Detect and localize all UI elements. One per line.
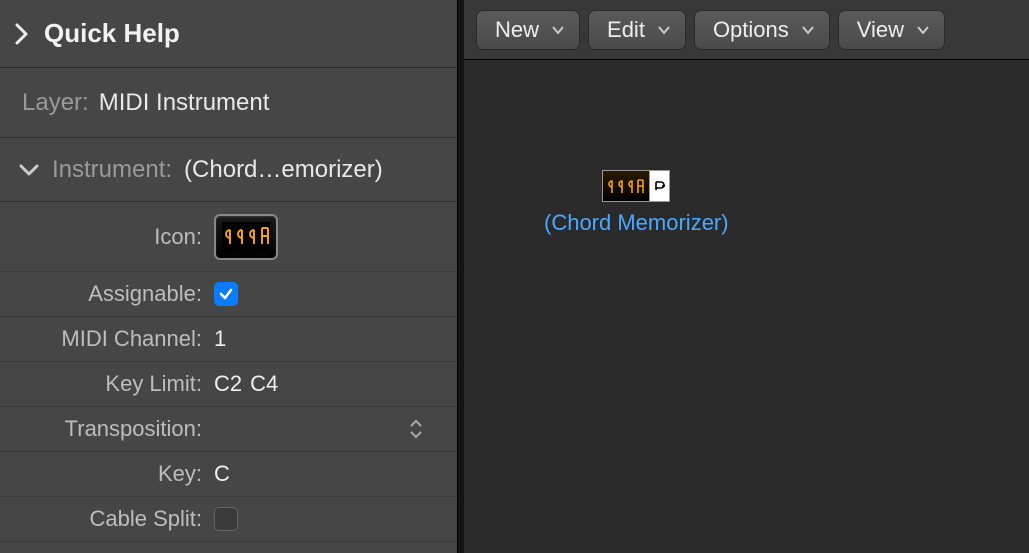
key-limit-low[interactable]: C2 (214, 371, 242, 397)
edit-menu-label: Edit (607, 17, 645, 43)
midi-channel-value[interactable]: 1 (214, 326, 226, 352)
assignable-checkbox[interactable] (214, 282, 238, 306)
prop-cable-split-label: Cable Split: (0, 506, 208, 532)
object-icon (602, 170, 670, 202)
environment-canvas[interactable]: New Edit Options View (464, 0, 1029, 553)
output-port-icon (654, 180, 666, 192)
chord-memorizer-icon (222, 222, 270, 252)
instrument-value: (Chord…emorizer) (184, 156, 383, 184)
chevron-down-icon (657, 25, 671, 35)
quick-help-header[interactable]: Quick Help (0, 0, 457, 68)
instrument-label: Instrument: (52, 156, 172, 184)
prop-key-limit-label: Key Limit: (0, 371, 208, 397)
key-value[interactable]: C (214, 461, 230, 487)
prop-key-limit-row: Key Limit: C2 C4 (0, 362, 457, 407)
edit-menu-button[interactable]: Edit (588, 10, 686, 50)
new-menu-button[interactable]: New (476, 10, 580, 50)
prop-key-label: Key: (0, 461, 208, 487)
chevron-down-icon (551, 25, 565, 35)
layer-label: Layer: (22, 89, 89, 117)
inspector-sidebar: Quick Help Layer: MIDI Instrument Instru… (0, 0, 458, 553)
chord-memorizer-icon (606, 175, 646, 197)
chevron-down-icon (916, 25, 930, 35)
property-list: Icon: Assignable: (0, 202, 457, 542)
transposition-stepper[interactable] (409, 419, 423, 439)
canvas-toolbar: New Edit Options View (464, 0, 1029, 60)
prop-assignable-label: Assignable: (0, 281, 208, 307)
chevron-down-icon (18, 162, 40, 178)
object-label[interactable]: (Chord Memorizer) (544, 210, 729, 236)
stepper-down-icon (409, 430, 423, 439)
prop-cable-split-row: Cable Split: (0, 497, 457, 542)
layer-row[interactable]: Layer: MIDI Instrument (0, 68, 457, 138)
prop-transposition-row: Transposition: (0, 407, 457, 452)
instrument-row[interactable]: Instrument: (Chord…emorizer) (0, 138, 457, 202)
prop-icon-label: Icon: (0, 224, 208, 250)
options-menu-label: Options (713, 17, 789, 43)
view-menu-button[interactable]: View (838, 10, 945, 50)
chevron-right-icon (14, 22, 30, 46)
prop-icon-row: Icon: (0, 202, 457, 272)
key-limit-high[interactable]: C4 (250, 371, 278, 397)
chevron-down-icon (801, 25, 815, 35)
quick-help-title: Quick Help (44, 18, 180, 49)
layer-value: MIDI Instrument (99, 89, 270, 117)
new-menu-label: New (495, 17, 539, 43)
prop-assignable-row: Assignable: (0, 272, 457, 317)
view-menu-label: View (857, 17, 904, 43)
options-menu-button[interactable]: Options (694, 10, 830, 50)
prop-midi-channel-label: MIDI Channel: (0, 326, 208, 352)
prop-key-row: Key: C (0, 452, 457, 497)
prop-midi-channel-row: MIDI Channel: 1 (0, 317, 457, 362)
cable-split-checkbox[interactable] (214, 507, 238, 531)
prop-transposition-label: Transposition: (0, 416, 208, 442)
icon-well[interactable] (214, 214, 278, 260)
chord-memorizer-object[interactable]: (Chord Memorizer) (544, 170, 729, 236)
stepper-up-icon (409, 419, 423, 428)
